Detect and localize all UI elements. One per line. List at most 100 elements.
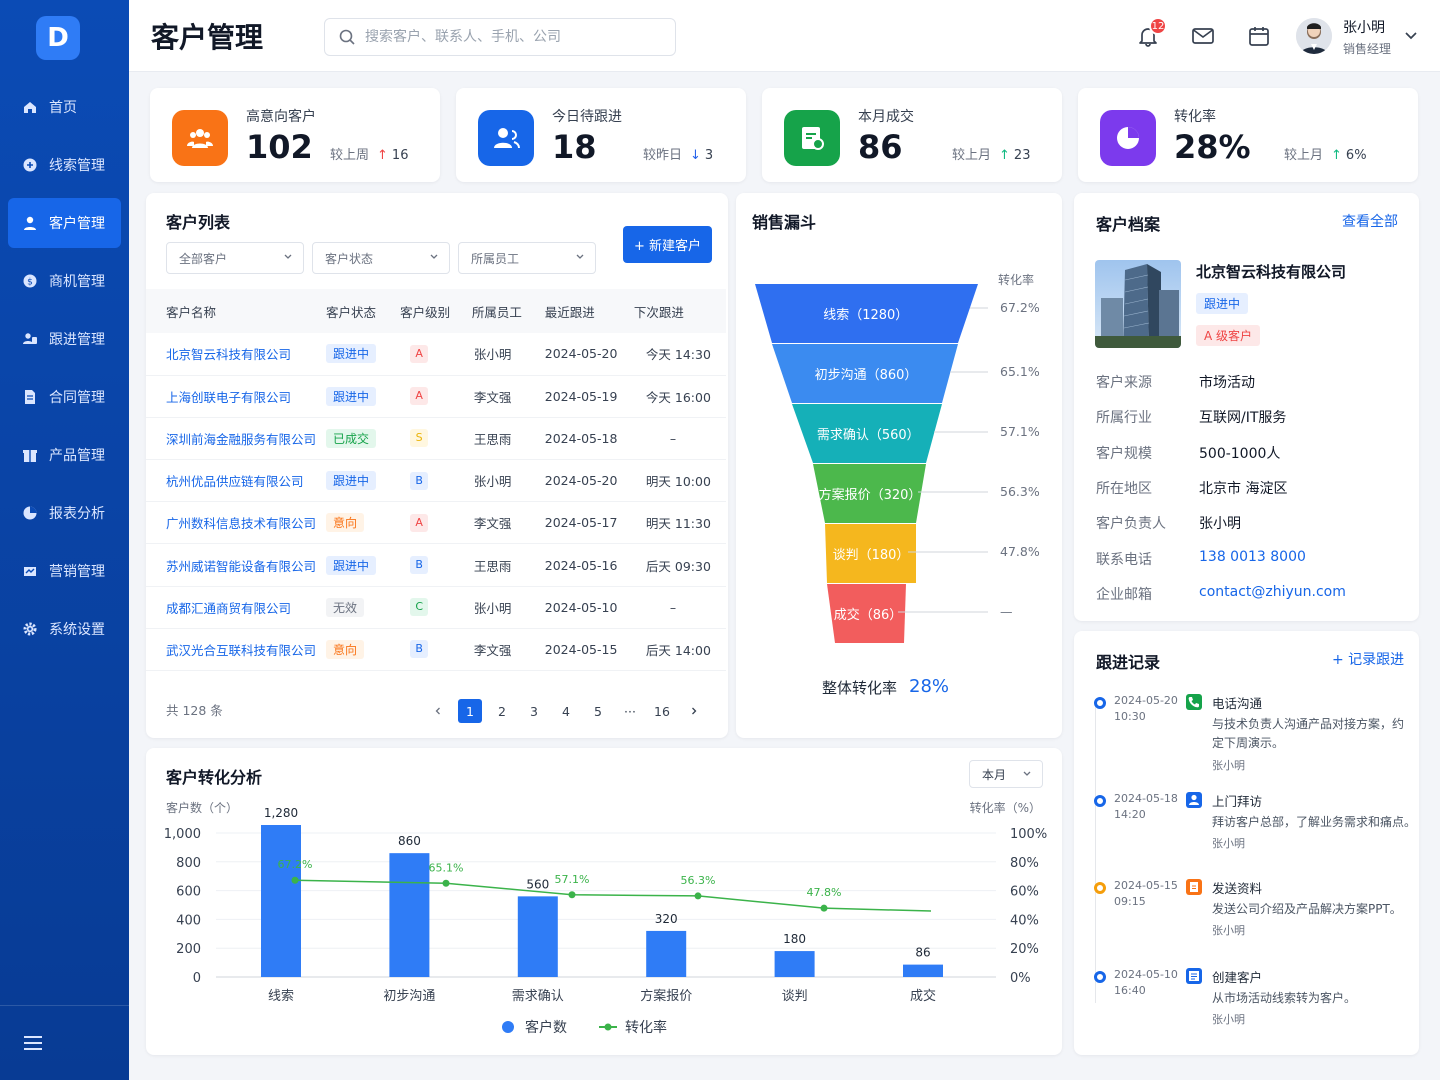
- sidebar-item-9[interactable]: 系统设置: [0, 604, 129, 654]
- trend-arrow-icon: ↑: [999, 148, 1010, 163]
- sidebar-item-5[interactable]: 合同管理: [0, 372, 129, 422]
- table-row[interactable]: 北京智云科技有限公司 跟进中 A 张小明 2024-05-20 今天 14:30: [146, 333, 726, 376]
- search-box[interactable]: [324, 18, 676, 56]
- owner-cell: 张小明: [461, 586, 535, 629]
- filter-select-2[interactable]: 所属员工: [458, 242, 596, 274]
- mail-icon: [1192, 28, 1214, 44]
- sidebar-item-7[interactable]: 报表分析: [0, 488, 129, 538]
- line-point[interactable]: [694, 892, 702, 900]
- sidebar-item-0[interactable]: 首页: [0, 82, 129, 132]
- calendar-button[interactable]: [1245, 22, 1273, 50]
- product-icon: [22, 447, 38, 463]
- funnel-rate-label: 67.2%: [1000, 300, 1040, 315]
- search-input[interactable]: [365, 29, 665, 45]
- line-point[interactable]: [568, 891, 576, 899]
- line-point[interactable]: [442, 879, 450, 887]
- filter-select-1[interactable]: 客户状态: [312, 242, 450, 274]
- page-1[interactable]: 2: [490, 699, 514, 723]
- customer-name-link[interactable]: 深圳前海金融服务有限公司: [146, 417, 317, 461]
- followup-item[interactable]: 2024-05-15 09:15 发送资料 发送公司介绍及产品解决方案PPT。 张小明: [1094, 878, 1414, 968]
- notification-button[interactable]: 12: [1134, 17, 1167, 50]
- marketing-icon: [22, 563, 38, 579]
- followup-time: 14:20: [1114, 808, 1146, 821]
- bar[interactable]: [903, 964, 943, 977]
- trend-label: 较上月: [952, 148, 992, 163]
- chevron-down-icon[interactable]: [1404, 31, 1418, 41]
- stat-card-2[interactable]: 本月成交 86 较上月 ↑ 23: [762, 88, 1062, 182]
- page-2[interactable]: 3: [522, 699, 546, 723]
- customer-name-link[interactable]: 苏州威诺智能设备有限公司: [146, 543, 317, 587]
- page-0[interactable]: 1: [458, 699, 482, 723]
- sidebar-item-3[interactable]: $ 商机管理: [0, 256, 129, 306]
- page-4[interactable]: 5: [586, 699, 610, 723]
- profile-field-value[interactable]: contact@zhiyun.com: [1199, 584, 1346, 600]
- page-3[interactable]: 4: [554, 699, 578, 723]
- customer-name-link[interactable]: 武汉光合互联科技有限公司: [146, 628, 317, 672]
- profile-status-tag: 跟进中: [1196, 293, 1249, 314]
- customer-list-card: 客户列表 全部客户 客户状态 所属员工 + 新建客户 客户名称 客户状态 客户级别 所属员…: [146, 193, 728, 738]
- stat-card-1[interactable]: 今日待跟进 18 较昨日 ↓ 3: [456, 88, 746, 182]
- new-customer-button[interactable]: + 新建客户: [623, 226, 712, 263]
- sidebar-item-8[interactable]: 营销管理: [0, 546, 129, 596]
- funnel-rate-label: 56.3%: [1000, 484, 1040, 499]
- y-axis-title: 客户数（个）: [166, 800, 238, 815]
- stat-trend: 较上月 ↑ 6%: [1284, 144, 1367, 163]
- line-point[interactable]: [291, 876, 299, 884]
- customer-name-link[interactable]: 上海创联电子有限公司: [146, 375, 317, 418]
- view-all-link[interactable]: 查看全部: [1342, 211, 1398, 231]
- notification-count: 12: [1149, 17, 1167, 35]
- customer-name-link[interactable]: 成都汇通商贸有限公司: [146, 586, 317, 629]
- column-header: 所属员工: [461, 289, 535, 333]
- message-button[interactable]: [1189, 22, 1217, 50]
- followup-item[interactable]: 2024-05-10 16:40 创建客户 从市场活动线索转为客户。 张小明: [1094, 967, 1414, 1057]
- bar[interactable]: [646, 930, 687, 977]
- add-followup-link[interactable]: + 记录跟进: [1332, 649, 1404, 669]
- level-badge: B: [410, 640, 429, 659]
- profile-field-value[interactable]: 138 0013 8000: [1199, 549, 1306, 565]
- table-row[interactable]: 苏州威诺智能设备有限公司 跟进中 B 王思雨 2024-05-16 后天 09:30: [146, 543, 726, 587]
- stat-card-0[interactable]: 高意向客户 102 较上周 ↑ 16: [150, 88, 440, 182]
- chevron-down-icon: [284, 254, 292, 259]
- menu-toggle[interactable]: [0, 1005, 129, 1080]
- table-row[interactable]: 上海创联电子有限公司 跟进中 A 李文强 2024-05-19 今天 16:00: [146, 375, 726, 418]
- app-logo[interactable]: D: [36, 16, 80, 60]
- bar[interactable]: [517, 896, 558, 977]
- next-page-button[interactable]: [682, 699, 706, 723]
- stat-trend: 较上月 ↑ 23: [952, 144, 1030, 163]
- stat-value: 102: [246, 128, 313, 166]
- stat-value: 86: [858, 128, 903, 166]
- line-point[interactable]: [820, 904, 828, 912]
- y2-tick-label: 60%: [1010, 885, 1039, 900]
- avatar[interactable]: [1296, 18, 1332, 54]
- sidebar-item-2[interactable]: 客户管理: [8, 198, 121, 248]
- level-badge: C: [410, 598, 429, 617]
- sidebar-item-4[interactable]: 跟进管理: [0, 314, 129, 364]
- table-row[interactable]: 广州数科信息技术有限公司 意向 A 李文强 2024-05-17 明天 11:30: [146, 501, 726, 545]
- prev-page-button[interactable]: [426, 699, 450, 723]
- followup-item[interactable]: 2024-05-18 14:20 上门拜访 拜访客户总部，了解业务需求和痛点。 张小明: [1094, 791, 1416, 881]
- pagination: 1 2 3 4 5 ··· 16: [418, 699, 706, 723]
- filter-select-0[interactable]: 全部客户: [166, 242, 304, 274]
- customer-name-link[interactable]: 北京智云科技有限公司: [146, 333, 317, 376]
- customer-name-link[interactable]: 广州数科信息技术有限公司: [146, 501, 317, 545]
- page-6[interactable]: 16: [650, 699, 674, 723]
- bar[interactable]: [774, 951, 815, 977]
- profile-field-value: 北京市 海淀区: [1199, 480, 1288, 497]
- followup-item[interactable]: 2024-05-20 10:30 电话沟通 与技术负责人沟通产品对接方案，约定下周演示…: [1094, 693, 1414, 783]
- sidebar-item-6[interactable]: 产品管理: [0, 430, 129, 480]
- table-row[interactable]: 武汉光合互联科技有限公司 意向 B 李文强 2024-05-15 后天 14:00: [146, 628, 726, 672]
- table-row[interactable]: 深圳前海金融服务有限公司 已成交 S 王思雨 2024-05-18–: [146, 417, 726, 461]
- page-5[interactable]: ···: [618, 699, 642, 723]
- stat-card-3[interactable]: 转化率 28% 较上月 ↑ 6%: [1078, 88, 1418, 182]
- followup-title: 跟进记录: [1096, 653, 1161, 672]
- sidebar-item-1[interactable]: 线索管理: [0, 140, 129, 190]
- next-followup-cell: –: [623, 417, 726, 461]
- profile-field-label: 客户规模: [1096, 445, 1152, 462]
- table-row[interactable]: 成都汇通商贸有限公司 无效 C 张小明 2024-05-10–: [146, 586, 726, 629]
- x-tick-label: 方案报价: [640, 988, 692, 1004]
- bar[interactable]: [261, 825, 301, 977]
- level-cell: B: [390, 543, 462, 587]
- bar[interactable]: [389, 853, 430, 977]
- table-row[interactable]: 杭州优品供应链有限公司 跟进中 B 张小明 2024-05-20 明天 10:00: [146, 459, 726, 503]
- customer-name-link[interactable]: 杭州优品供应链有限公司: [146, 459, 317, 503]
